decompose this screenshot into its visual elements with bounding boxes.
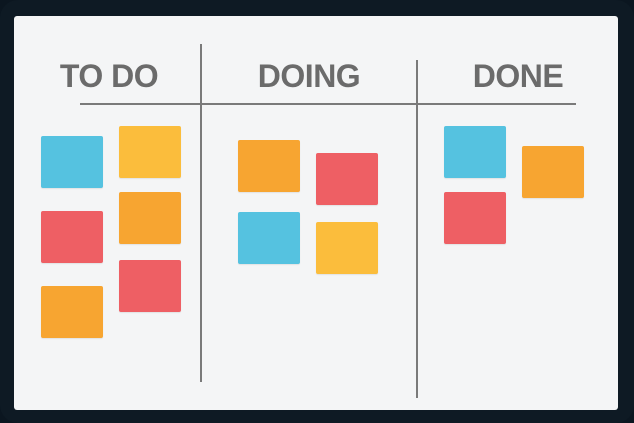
- board-frame: TO DO DOING DONE: [0, 0, 634, 423]
- column-divider-1: [200, 44, 202, 382]
- todo-card[interactable]: [41, 136, 103, 188]
- header-divider-line: [80, 103, 576, 105]
- kanban-board: TO DO DOING DONE: [14, 16, 618, 410]
- doing-card[interactable]: [238, 140, 300, 192]
- column-heading-doing: DOING: [257, 58, 361, 94]
- todo-card[interactable]: [119, 126, 181, 178]
- doing-card[interactable]: [316, 222, 378, 274]
- column-divider-2: [416, 60, 418, 398]
- done-card[interactable]: [522, 146, 584, 198]
- done-card[interactable]: [444, 192, 506, 244]
- todo-card[interactable]: [119, 192, 181, 244]
- doing-card[interactable]: [316, 153, 378, 205]
- column-heading-done: DONE: [472, 58, 564, 94]
- todo-card[interactable]: [41, 286, 103, 338]
- todo-card[interactable]: [41, 211, 103, 263]
- todo-card[interactable]: [119, 260, 181, 312]
- doing-card[interactable]: [238, 212, 300, 264]
- done-card[interactable]: [444, 126, 506, 178]
- column-heading-todo: TO DO: [59, 58, 159, 94]
